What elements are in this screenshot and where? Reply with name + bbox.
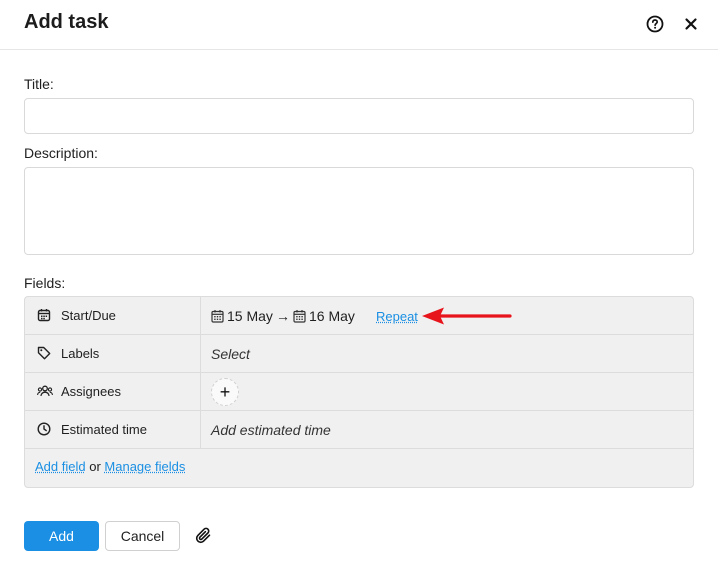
help-icon[interactable]: [646, 15, 664, 33]
add-button[interactable]: Add: [24, 521, 99, 551]
due-date-calendar-icon: [293, 310, 306, 323]
field-label-start-due: Start/Due: [61, 308, 116, 323]
field-row-estimated-time: Estimated time Add estimated time: [25, 411, 693, 449]
description-label: Description:: [24, 145, 98, 161]
start-date[interactable]: 15 May: [227, 308, 273, 324]
field-row-start-due: Start/Due 15 May → 16 May Repeat: [25, 297, 693, 335]
start-date-calendar-icon: [211, 310, 224, 323]
add-field-link[interactable]: Add field: [35, 459, 86, 474]
field-row-labels: Labels Select: [25, 335, 693, 373]
date-range-arrow: →: [276, 308, 290, 324]
fields-table: Start/Due 15 May → 16 May Repeat Labels …: [24, 296, 694, 488]
or-text: or: [89, 459, 101, 474]
tag-icon: [37, 346, 51, 360]
fields-label: Fields:: [24, 275, 66, 291]
title-input[interactable]: [24, 98, 694, 134]
clock-icon: [37, 422, 51, 436]
repeat-link[interactable]: Repeat: [376, 309, 418, 324]
due-date[interactable]: 16 May: [309, 308, 355, 324]
field-name-start-due[interactable]: Start/Due: [25, 297, 201, 334]
add-assignee-button[interactable]: +: [211, 378, 239, 406]
labels-select-placeholder: Select: [211, 346, 250, 362]
field-name-assignees[interactable]: Assignees: [25, 373, 201, 410]
description-input[interactable]: [24, 167, 694, 255]
fields-footer: Add field or Manage fields: [35, 459, 185, 474]
annotation-arrow-icon: [422, 307, 512, 325]
field-label-estimated-time: Estimated time: [61, 422, 147, 437]
calendar-icon: [37, 309, 51, 322]
field-label-assignees: Assignees: [61, 384, 121, 399]
field-name-estimated-time[interactable]: Estimated time: [25, 411, 201, 448]
field-name-labels[interactable]: Labels: [25, 335, 201, 372]
paperclip-icon[interactable]: [195, 527, 213, 545]
people-icon: [37, 385, 53, 397]
manage-fields-link[interactable]: Manage fields: [104, 459, 185, 474]
field-label-labels: Labels: [61, 346, 100, 361]
estimated-time-placeholder: Add estimated time: [211, 422, 331, 438]
cancel-button[interactable]: Cancel: [105, 521, 180, 551]
field-row-assignees: Assignees +: [25, 373, 693, 411]
title-label: Title:: [24, 76, 54, 92]
close-icon[interactable]: [683, 16, 699, 32]
dialog-header: Add task: [0, 0, 718, 50]
dialog-title: Add task: [24, 11, 109, 33]
